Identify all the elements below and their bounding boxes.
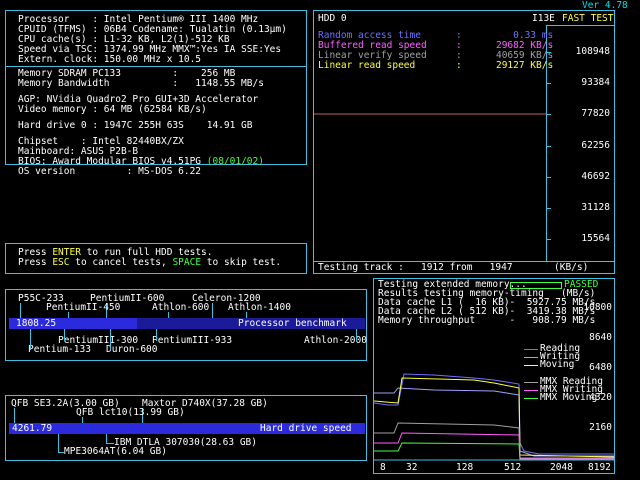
hdd-y-tickmark [546, 176, 551, 178]
cpu-ref-lead [30, 329, 31, 350]
cpu-ref-lead [356, 329, 357, 341]
bios-date: (08/01/02) [206, 156, 264, 167]
testing-track-status: Testing track : 1912 from 1947 [318, 262, 513, 273]
hdd-result-value: 29127 KB/s [495, 60, 554, 71]
memory-bandwidth-line: Memory Bandwidth : 1148.55 MB/s [18, 78, 264, 89]
hdd-ref-lead [14, 408, 15, 423]
memory-test-panel: Testing extended memory... PASSED Result… [373, 278, 615, 474]
mem-y-tick: 2160 [589, 422, 612, 433]
i13e-label: I13E [532, 13, 555, 24]
hdd-y-tick: 15564 [581, 233, 610, 245]
mmx-writing-series [374, 432, 614, 460]
cpu-ref-below: PentiumIII-933 [152, 335, 233, 346]
hdd-y-tick: 77820 [581, 108, 610, 120]
hdd-y-tickmark [546, 52, 551, 53]
cpu-ref-lead [110, 329, 111, 350]
hdd-y-tickmark [546, 208, 551, 209]
hdd-title: HDD 0 [318, 13, 347, 24]
cpu-ref-below: Pentium-133 [28, 344, 91, 355]
cpu-ref-above: PentiumII-450 [46, 302, 121, 313]
hdd-y-tick: 46692 [581, 170, 610, 182]
mem-x-tick: 8 [380, 462, 386, 473]
mem-y-tick: 10800 [583, 302, 612, 313]
hdd-test-panel: HDD 0 I13E FAST TEST Random access time:… [313, 10, 615, 274]
hdd-y-tick: 31128 [581, 202, 610, 213]
hdd-ref-lead [58, 434, 59, 452]
hdd-result-sep: : [456, 60, 474, 71]
fast-test-label: FAST TEST [562, 13, 614, 24]
mem-legend-label: MMX Moving [540, 392, 598, 403]
cpu-ref-below: Duron-600 [106, 344, 158, 355]
mem-x-tick: 512 [504, 462, 522, 473]
hdd-ref-above: QFB lct10(13.99 GB) [76, 407, 185, 418]
hdd-ref-lead [58, 452, 64, 453]
hdd-bench-label: Hard drive speed [260, 423, 352, 434]
cpu-ref-above: Athlon-1400 [228, 302, 291, 313]
cpu-ref-lead [20, 303, 21, 318]
hdd-y-tickmark [546, 145, 551, 147]
cpu-ref-lead [168, 312, 169, 318]
mem-x-tick: 2048 [550, 462, 573, 473]
memory-throughput-result: Memory throughput - 908.79 MB/s [378, 315, 596, 326]
mem-legend-swatch [524, 382, 538, 383]
hdd-result-label: Linear read speed [318, 60, 416, 71]
hdd-ref-lead [82, 417, 83, 423]
hdd-y-tickmark [546, 114, 551, 116]
extern-clock-line: Extern. clock: 150.00 MHz x 10.5 [18, 54, 202, 65]
hdd-benchmark-panel: 4261.79 Hard drive speed QFB SE3.2A(3.00… [5, 395, 367, 461]
mem-y-tick: 8640 [589, 332, 612, 343]
mmx-moving-series [374, 442, 614, 461]
hdd-result-row: Linear read speed: 29127 KB/s [318, 61, 553, 71]
mem-x-tick: 8192 [588, 462, 611, 473]
mem-x-tick: 128 [456, 462, 474, 473]
mem-x-tick: 32 [406, 462, 418, 473]
mem-y-tick: 6480 [589, 362, 612, 373]
cpu-bench-label: Processor benchmark [238, 318, 347, 329]
hdd-bench-value: 4261.79 [12, 423, 53, 434]
mem-legend-swatch [524, 349, 538, 350]
hdd-unit-label: (KB/s) [554, 262, 589, 273]
mem-legend-swatch [524, 357, 538, 358]
hdd-y-tick: 62256 [581, 139, 610, 151]
esc-key-hint[interactable]: ESC [52, 257, 69, 268]
cpu-ref-lead [212, 303, 213, 318]
hdd-ref-lead [106, 434, 107, 443]
hdd-y-tickmark [546, 239, 551, 241]
mem-legend-swatch [524, 365, 538, 366]
hard-drive-line: Hard drive 0 : 1947C 255H 63S 14.91 GB [18, 120, 253, 131]
cpu-bench-value: 1808.25 [16, 318, 57, 329]
cpu-benchmark-panel: 1808.25 Processor benchmark P55C-233 Pent… [5, 289, 367, 361]
hdd-y-tickmark [546, 83, 551, 85]
cpu-ref-above: Athlon-600 [152, 302, 210, 313]
system-info-panel: Processor : Intel Pentium® III 1400 MHz … [5, 10, 307, 177]
hdd-ref-below: MPE3064AT(6.04 GB) [64, 446, 167, 457]
cpu-ref-lead [156, 329, 157, 341]
os-version-line: OS version : MS-DOS 6.22 [18, 166, 202, 177]
mem-legend-label: Moving [540, 359, 575, 370]
mem-legend-swatch [524, 390, 538, 391]
cpu-ref-below: Athlon-2000 [304, 335, 367, 346]
hdd-ref-lead [106, 443, 114, 444]
space-key-hint[interactable]: SPACE [172, 257, 201, 268]
hdd-y-tick: 93384 [581, 77, 610, 89]
cpu-ref-lead [246, 312, 247, 318]
cpu-ref-lead [64, 329, 65, 341]
hdd-y-tick: 108948 [575, 46, 610, 57]
video-memory-line: Video memory : 64 MB (62584 KB/s) [18, 104, 207, 115]
prompt-panel: Press ENTER to run full HDD tests. Press… [5, 243, 307, 274]
mem-legend-swatch [524, 398, 538, 399]
cpu-ref-lead [68, 312, 69, 318]
